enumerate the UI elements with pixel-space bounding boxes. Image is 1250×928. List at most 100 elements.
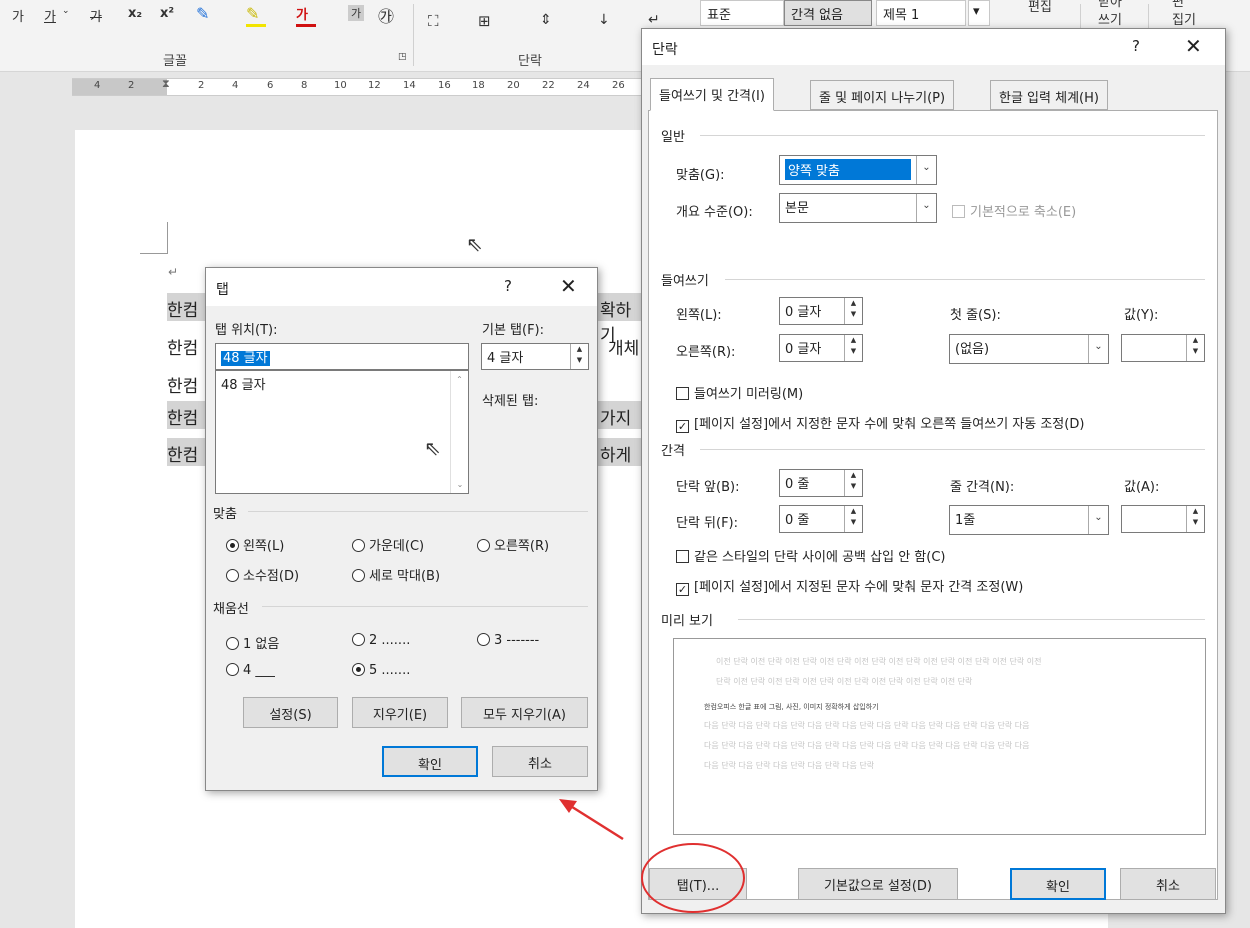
show-marks-icon[interactable]: ↵ [648,12,660,28]
align-bar-radio[interactable]: 세로 막대(B) [352,565,440,584]
spin-arrows-icon[interactable]: ▲ ▼ [844,335,862,361]
help-button[interactable]: ? [1132,37,1140,55]
doc-line[interactable]: 한컴 [167,401,207,429]
first-line-by-spinner[interactable]: ▲ ▼ [1121,334,1205,362]
doc-line[interactable]: 한컴 [167,438,207,466]
paragraph-preview: 이전 단락 이전 단락 이전 단락 이전 단락 이전 단락 이전 단락 이전 단… [673,638,1206,835]
spin-arrows-icon[interactable]: ▲ ▼ [1186,506,1204,532]
spacing-icon[interactable]: ⇕ [540,12,552,28]
cancel-button[interactable]: 취소 [1120,868,1216,900]
underline-button[interactable]: 가 [44,6,56,25]
doc-line-end[interactable]: 하게 [598,438,646,466]
radio-icon [352,569,365,582]
spin-arrows-icon[interactable]: ▲ ▼ [844,470,862,496]
char-shading-icon[interactable]: 가 [348,5,365,21]
sort-icon[interactable]: ↓ [598,12,610,28]
doc-line-end[interactable]: 확하기 [598,293,646,346]
style-normal[interactable]: 표준 [700,0,784,26]
alignment-select[interactable]: 양쪽 맞춤 ⌄ [779,155,937,185]
close-icon[interactable]: ✕ [560,274,577,298]
leader-group-title: 채움선 [213,602,249,617]
highlight-icon[interactable]: ✎ [246,4,259,23]
strikethrough-button[interactable]: 가 [90,6,102,25]
spin-arrows-icon[interactable]: ▲ ▼ [844,506,862,532]
auto-adjust-right-checkbox[interactable]: ✓ [페이지 설정]에서 지정한 문자 수에 맞춰 오른쪽 들여쓰기 자동 조정(… [676,413,1084,433]
outline-level-select[interactable]: 본문 ⌄ [779,193,937,223]
close-icon[interactable]: ✕ [1185,34,1202,58]
ok-button[interactable]: 확인 [382,746,478,777]
tab-line-page-breaks[interactable]: 줄 및 페이지 나누기(P) [810,80,955,110]
space-before-spinner[interactable]: 0 줄 ▲ ▼ [779,469,863,497]
ruler[interactable]: 4 2 2 4 6 8 10 12 14 16 18 20 22 24 26 ⧗ [72,77,642,96]
spin-arrows-icon[interactable]: ▲ ▼ [844,298,862,324]
radio-icon [477,633,490,646]
spin-arrows-icon[interactable]: ▲ ▼ [1186,335,1204,361]
styles-more-icon[interactable]: ▾ [968,0,990,26]
font-color-icon[interactable]: 가 [296,4,308,23]
leader-1-radio[interactable]: 1 없음 [226,633,279,652]
doc-line[interactable]: 한컴 [167,293,207,321]
line-spacing-select[interactable]: 1줄 ⌄ [949,505,1109,535]
doc-line-end[interactable]: 가지 [598,401,646,429]
cancel-button[interactable]: 취소 [492,746,588,777]
ruler-tick: 4 [94,80,101,91]
font-char-button[interactable]: 가 [12,6,24,25]
left-indent-spinner[interactable]: 0 글자 ▲ ▼ [779,297,863,325]
superscript-button[interactable]: x² [160,6,174,21]
radio-icon [226,569,239,582]
leader-4-radio[interactable]: 4 ___ [226,663,275,678]
dialog-launcher-icon[interactable]: ◳ [398,52,407,62]
help-button[interactable]: ? [504,277,512,295]
ok-button[interactable]: 확인 [1010,868,1106,900]
indent-marker-icon[interactable]: ⧗ [162,77,170,91]
borders-icon[interactable]: ⊞ [478,12,491,30]
mirror-indents-checkbox[interactable]: 들여쓰기 미러링(M) [676,383,803,402]
enclose-char-icon[interactable]: ㉮ [378,3,394,27]
snap-to-grid-checkbox[interactable]: ✓ [페이지 설정]에서 지정된 문자 수에 맞춰 문자 간격 조정(W) [676,576,1023,596]
set-as-default-button[interactable]: 기본값으로 설정(D) [798,868,958,900]
align-right-radio[interactable]: 오른쪽(R) [477,535,549,554]
tabs-to-clear-label: 삭제된 탭: [482,394,539,409]
clear-all-button[interactable]: 모두 지우기(A) [461,697,588,728]
style-no-spacing[interactable]: 간격 없음 [784,0,872,26]
doc-line[interactable]: 한컴 [167,331,207,359]
line-spacing-at-spinner[interactable]: ▲ ▼ [1121,505,1205,533]
space-before-label: 단락 앞(B): [676,480,740,495]
align-left-radio[interactable]: 왼쪽(L) [226,535,284,554]
dictate-button[interactable]: 받아 쓰기 [1098,0,1122,30]
align-decimal-radio[interactable]: 소수점(D) [226,565,299,584]
preview-group-title: 미리 보기 [661,614,713,629]
first-line-select[interactable]: (없음) ⌄ [949,334,1109,364]
doc-line[interactable]: 한컴 [167,369,207,397]
no-space-same-style-checkbox[interactable]: 같은 스타일의 단락 사이에 공백 삽입 안 함(C) [676,546,945,565]
spin-arrows-icon[interactable]: ▲ ▼ [570,344,588,369]
radio-icon [226,663,239,676]
checkmark-icon: ✓ [676,583,689,596]
list-item[interactable]: 48 글자 [221,374,463,393]
set-button[interactable]: 설정(S) [243,697,338,728]
leader-2-radio[interactable]: 2 ....... [352,633,410,648]
scrollbar[interactable]: ⌃ ⌄ [450,371,468,493]
subscript-button[interactable]: x₂ [128,6,142,21]
edit-button[interactable]: 편집 [1028,0,1052,15]
shading-icon[interactable]: ⛶ [428,12,439,30]
editor-button[interactable]: 편 집기 [1172,0,1196,30]
chevron-down-icon[interactable]: ⌄ [62,6,70,16]
first-line-label: 첫 줄(S): [950,308,1001,323]
default-tab-stops-spinner[interactable]: 4 글자 ▲ ▼ [481,343,589,370]
right-indent-spinner[interactable]: 0 글자 ▲ ▼ [779,334,863,362]
text-effect-icon[interactable]: ✎ [196,4,209,23]
leader-5-radio[interactable]: 5 ....... [352,663,410,678]
align-center-radio[interactable]: 가운데(C) [352,535,424,554]
leader-3-radio[interactable]: 3 ------- [477,633,539,648]
space-after-label: 단락 뒤(F): [676,516,739,531]
radio-icon [477,539,490,552]
style-heading-1[interactable]: 제목 1 [876,0,966,26]
tab-asian-typography[interactable]: 한글 입력 체계(H) [990,80,1108,110]
tab-stop-position-input[interactable]: 48 글자 [215,343,469,370]
tab-stop-list[interactable]: 48 글자 ⌃ ⌄ [215,370,469,494]
space-after-spinner[interactable]: 0 줄 ▲ ▼ [779,505,863,533]
clear-button[interactable]: 지우기(E) [352,697,448,728]
chevron-down-icon: ⌄ [916,156,936,184]
tab-indent-spacing[interactable]: 들여쓰기 및 간격(I) [650,78,774,111]
